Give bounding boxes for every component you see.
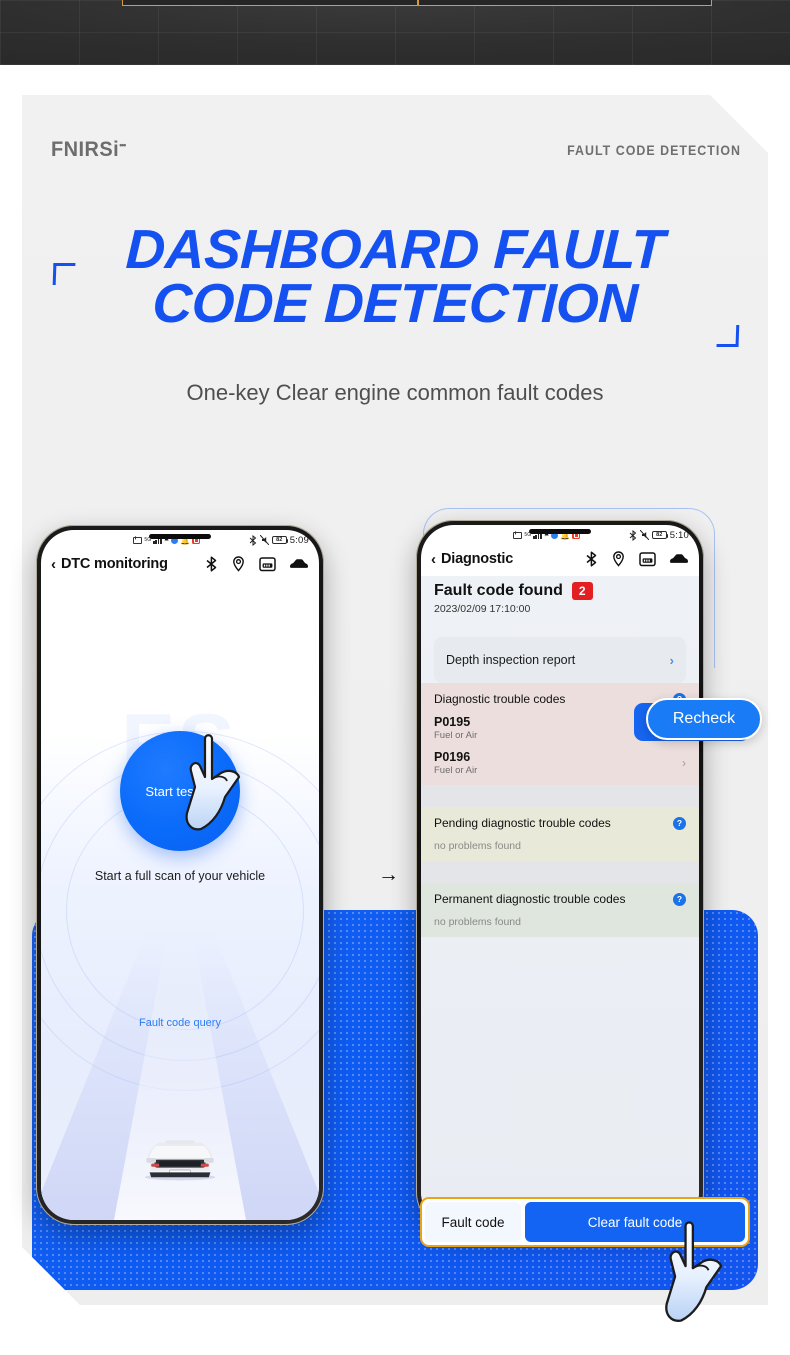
dtc-description: Fuel or Air <box>434 765 478 777</box>
help-icon[interactable]: ? <box>673 816 686 830</box>
obd-icon[interactable] <box>259 556 276 572</box>
status-icons-right: 82 5:09 <box>249 534 309 546</box>
section-divider <box>421 861 699 884</box>
phone-right: 5G ◓ 🔔 82 5:10 ‹ Diagnostic Fault code f… <box>416 520 704 1230</box>
battery-level: 82 <box>656 532 663 538</box>
battery-icon: 82 <box>271 536 289 544</box>
section-title: Pending diagnostic trouble codes <box>434 816 611 831</box>
mute-icon <box>639 530 649 540</box>
depth-inspection-report-label: Depth inspection report <box>446 653 576 668</box>
app-header-left: ‹ DTC monitoring <box>41 547 319 581</box>
fault-code-query-link[interactable]: Fault code query <box>41 1017 319 1029</box>
phone-left-screen: 5G ◓ 🔔 82 5:09 ‹ DTC monitoring Start te… <box>41 530 319 1220</box>
fault-code-button[interactable]: Fault code <box>425 1202 521 1242</box>
dtc-code: P0196 <box>434 750 471 765</box>
flow-arrow-icon: → <box>378 863 399 886</box>
bluetooth-icon <box>249 534 256 546</box>
page-title-left: DTC monitoring <box>61 556 168 572</box>
brand-row: FNIRSi••• FAULT CODE DETECTION <box>22 138 768 168</box>
title-line-1: DASHBOARD FAULT <box>124 218 666 280</box>
car-icon[interactable] <box>289 558 309 570</box>
section-permanent-trouble-codes: Permanent diagnostic trouble codes ? no … <box>421 883 699 938</box>
car-icon[interactable] <box>669 553 689 565</box>
scan-caption: Start a full scan of your vehicle <box>94 869 266 883</box>
bluetooth-icon <box>629 529 636 541</box>
scan-timestamp: 2023/02/09 17:10:00 <box>434 603 531 616</box>
recheck-button[interactable]: Recheck <box>646 698 762 740</box>
notch <box>529 529 591 534</box>
section-title: Permanent diagnostic trouble codes <box>434 892 626 907</box>
section-kicker: FAULT CODE DETECTION <box>567 143 741 158</box>
fault-count-badge: 2 <box>571 582 593 601</box>
hand-cursor-icon <box>181 731 271 841</box>
page-title: DASHBOARD FAULT CODE DETECTION <box>22 223 768 331</box>
help-icon[interactable]: ? <box>673 892 686 906</box>
table-row[interactable]: P0196 Fuel or Air › <box>434 741 686 776</box>
status-clock: 5:09 <box>289 534 309 546</box>
bluetooth-icon[interactable] <box>205 556 218 572</box>
status-clock: 5:10 <box>669 529 689 541</box>
page-title-right: Diagnostic <box>441 551 514 567</box>
notch <box>149 534 211 539</box>
back-button[interactable]: ‹ <box>51 557 56 572</box>
header-icons-left <box>205 556 309 572</box>
phone-right-screen: 5G ◓ 🔔 82 5:10 ‹ Diagnostic Fault code f… <box>421 525 699 1225</box>
status-icons-right: 82 5:10 <box>629 529 689 541</box>
top-dark-strip <box>0 0 790 65</box>
fault-found-row: Fault code found 2 <box>421 576 699 601</box>
mail-icon <box>513 531 523 539</box>
location-icon[interactable] <box>231 556 246 572</box>
bracket-top-left-icon <box>53 263 76 285</box>
logo-dots-icon: ••• <box>119 140 126 150</box>
phone-left-content: FS Start testing Start a full scan of yo… <box>41 581 319 1220</box>
depth-inspection-report-row[interactable]: Depth inspection report › <box>434 637 686 684</box>
section-header: Permanent diagnostic trouble codes ? <box>434 892 686 906</box>
location-icon[interactable] <box>611 551 626 567</box>
hand-cursor-icon <box>660 1218 755 1333</box>
dtc-description: Fuel or Air <box>434 730 478 742</box>
mail-icon <box>133 536 143 544</box>
dtc-code: P0195 <box>434 715 471 730</box>
back-button[interactable]: ‹ <box>431 552 436 567</box>
section-title: Diagnostic trouble codes <box>434 692 566 707</box>
section-header: Pending diagnostic trouble codes ? <box>434 816 686 830</box>
bluetooth-icon[interactable] <box>585 551 598 567</box>
obd-icon[interactable] <box>639 551 656 567</box>
title-line-2-text: CODE DETECTION <box>151 271 639 334</box>
bracket-bottom-right-icon <box>717 325 740 347</box>
battery-level: 82 <box>276 537 283 543</box>
fnirsi-logo: FNIRSi••• <box>51 138 125 162</box>
chevron-right-icon: › <box>669 652 674 668</box>
chevron-right-icon: › <box>682 756 686 771</box>
empty-state-text: no problems found <box>434 840 521 853</box>
page-subtitle: One-key Clear engine common fault codes <box>186 380 604 405</box>
app-header-right: ‹ Diagnostic <box>421 542 699 576</box>
top-strip-bordered-box <box>122 0 712 6</box>
logo-text: FNIRSi <box>50 138 120 161</box>
header-icons-right <box>585 551 689 567</box>
phone-right-content: Fault code found 2 2023/02/09 17:10:00 D… <box>421 576 699 1225</box>
empty-state-text: no problems found <box>434 916 521 929</box>
mute-icon <box>259 535 269 545</box>
car-illustration <box>144 1140 216 1181</box>
section-pending-trouble-codes: Pending diagnostic trouble codes ? no pr… <box>421 807 699 862</box>
section-divider <box>421 785 699 808</box>
phone-left: 5G ◓ 🔔 82 5:09 ‹ DTC monitoring Start te… <box>36 525 324 1225</box>
fault-found-label: Fault code found <box>434 582 563 600</box>
battery-icon: 82 <box>651 531 669 539</box>
title-line-2: CODE DETECTION <box>21 277 769 331</box>
